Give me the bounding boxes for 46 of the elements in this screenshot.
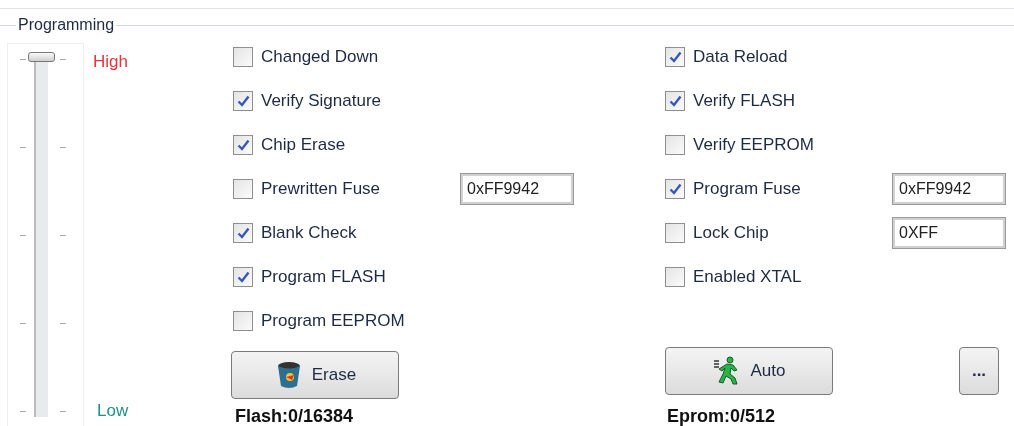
checkbox[interactable]: [665, 267, 685, 287]
checkmark-icon: [668, 51, 682, 63]
checkbox[interactable]: [665, 135, 685, 155]
option-label: Enabled XTAL: [693, 266, 803, 289]
low-label: Low: [97, 399, 130, 422]
checkbox[interactable]: [233, 135, 253, 155]
option-label: Verify Signature: [261, 90, 382, 113]
checkbox[interactable]: [233, 311, 253, 331]
group-title: Programming: [17, 15, 116, 35]
checkbox[interactable]: [665, 223, 685, 243]
checkbox[interactable]: [233, 91, 253, 111]
checkbox[interactable]: [233, 179, 253, 199]
checkmark-icon: [236, 227, 250, 239]
option-label: Verify EEPROM: [693, 134, 815, 157]
checkbox[interactable]: [665, 179, 685, 199]
flash-counter: Flash:0/16384: [235, 405, 355, 426]
option-label: Data Reload: [693, 46, 789, 69]
option-label: Program EEPROM: [261, 310, 406, 333]
checkmark-icon: [668, 183, 682, 195]
checkbox[interactable]: [665, 47, 685, 67]
checkmark-icon: [668, 95, 682, 107]
option-label: Changed Down: [261, 46, 380, 69]
option-label: Program Fuse: [693, 178, 802, 201]
auto-button[interactable]: Auto: [665, 347, 833, 395]
slider-thumb[interactable]: [28, 52, 55, 62]
erase-button[interactable]: Erase: [231, 351, 399, 399]
high-label: High: [93, 51, 129, 73]
more-button[interactable]: ...: [959, 347, 999, 395]
option-label: Lock Chip: [693, 222, 770, 245]
checkbox[interactable]: [233, 267, 253, 287]
checkbox[interactable]: [233, 47, 253, 67]
checkmark-icon: [236, 95, 250, 107]
value-field[interactable]: 0xFF9942: [461, 174, 573, 204]
option-label: Prewritten Fuse: [261, 178, 382, 201]
value-field[interactable]: 0XFF: [893, 218, 1005, 248]
option-label: Blank Check: [261, 222, 358, 245]
value-field[interactable]: 0xFF9942: [893, 174, 1005, 204]
option-label: Chip Erase: [261, 134, 347, 157]
checkbox[interactable]: [665, 91, 685, 111]
checkmark-icon: [236, 271, 250, 283]
option-label: Program FLASH: [261, 266, 387, 289]
eprom-counter: Eprom:0/512: [667, 405, 777, 426]
option-label: Verify FLASH: [693, 90, 797, 113]
checkmark-icon: [236, 139, 250, 151]
level-slider[interactable]: [7, 43, 84, 426]
checkbox[interactable]: [233, 223, 253, 243]
